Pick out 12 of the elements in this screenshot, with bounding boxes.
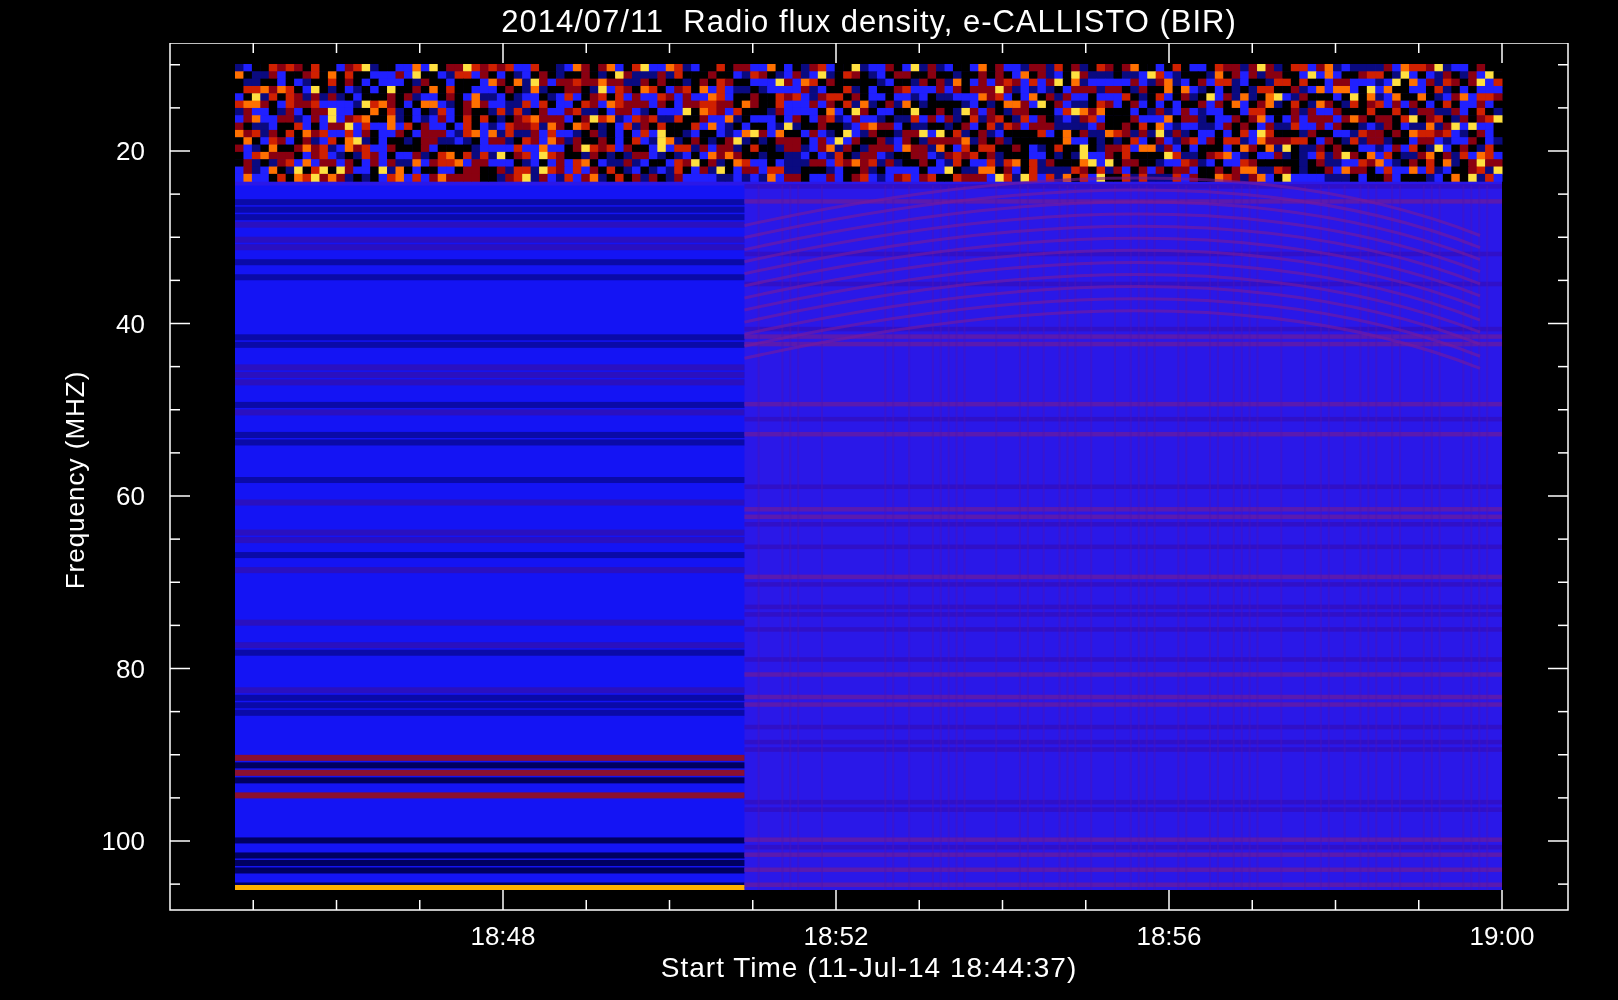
axis-tick-label: 100 [101, 826, 145, 856]
axis-tick-label: 60 [116, 481, 145, 511]
axis-tick-label: 18:52 [803, 921, 869, 950]
axis-title: Start Time (11-Jul-14 18:44:37) [660, 952, 1078, 984]
axis-tick-label: 80 [116, 653, 145, 684]
axis-tick-label: 18:56 [1136, 921, 1202, 950]
axis-tick-label: 19:00 [1469, 921, 1535, 950]
chart-title: 2014/07/11 Radio flux density, e-CALLISTO (BIR) [501, 3, 1237, 40]
axis-title: Frequency (MHZ) [60, 370, 90, 590]
axis-tick-label: 40 [116, 308, 145, 339]
axis-tick-label: 18:48 [470, 921, 536, 950]
axis-tick-label: 20 [116, 136, 145, 166]
